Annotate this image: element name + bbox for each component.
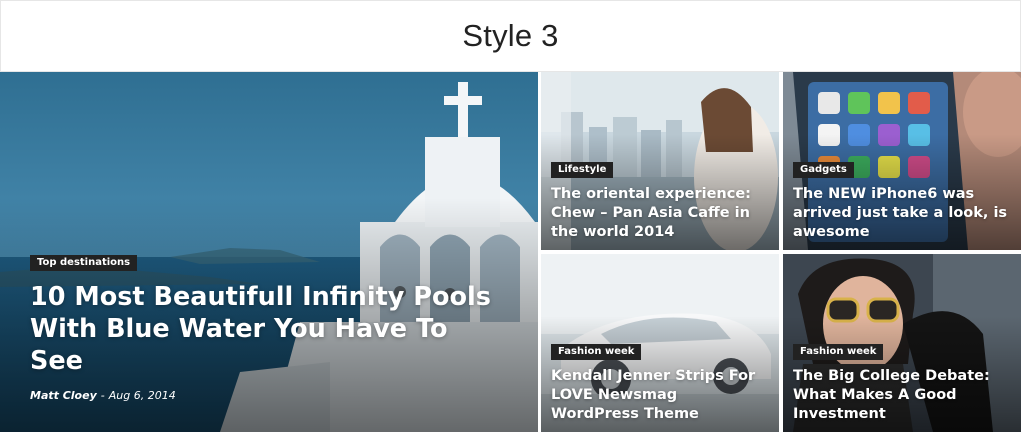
featured-post-content: Top destinations 10 Most Beautifull Infi… — [30, 250, 508, 402]
post-content: Lifestyle The oriental experience: Chew … — [551, 157, 769, 242]
post-content: Fashion week Kendall Jenner Strips For L… — [551, 339, 769, 424]
post-date: Aug 6, 2014 — [108, 389, 176, 402]
post-card[interactable]: Lifestyle The oriental experience: Chew … — [541, 72, 779, 250]
section-header: Style 3 — [0, 0, 1021, 72]
meta-separator: - — [100, 389, 105, 402]
author-name[interactable]: Matt Cloey — [30, 389, 97, 402]
post-title[interactable]: Kendall Jenner Strips For LOVE Newsmag W… — [551, 367, 769, 424]
post-title[interactable]: The Big College Debate: What Makes A Goo… — [793, 367, 1011, 424]
post-content: Fashion week The Big College Debate: Wha… — [793, 339, 1011, 424]
post-card[interactable]: Fashion week The Big College Debate: Wha… — [783, 254, 1021, 432]
category-badge[interactable]: Lifestyle — [551, 162, 614, 178]
section-title: Style 3 — [462, 18, 559, 53]
post-card[interactable]: Fashion week Kendall Jenner Strips For L… — [541, 254, 779, 432]
category-badge[interactable]: Fashion week — [551, 344, 642, 360]
post-card[interactable]: Gadgets The NEW iPhone6 was arrived just… — [783, 72, 1021, 250]
featured-post-title[interactable]: 10 Most Beautifull Infinity Pools With B… — [30, 281, 508, 377]
post-meta: Matt Cloey - Aug 6, 2014 — [30, 389, 508, 402]
category-badge[interactable]: Top destinations — [30, 255, 138, 271]
category-badge[interactable]: Gadgets — [793, 162, 854, 178]
post-content: Gadgets The NEW iPhone6 was arrived just… — [793, 157, 1011, 242]
post-title[interactable]: The NEW iPhone6 was arrived just take a … — [793, 185, 1011, 242]
category-badge[interactable]: Fashion week — [793, 344, 884, 360]
featured-post[interactable]: Top destinations 10 Most Beautifull Infi… — [0, 72, 538, 432]
post-title[interactable]: The oriental experience: Chew – Pan Asia… — [551, 185, 769, 242]
